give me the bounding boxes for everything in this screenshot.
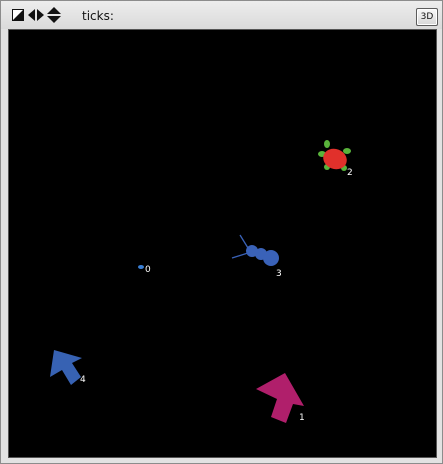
view-size-icon[interactable] [12, 9, 24, 21]
agent-3-ant-antenna [231, 252, 249, 259]
world-view[interactable]: 0 1 2 3 4 [8, 29, 437, 458]
agent-1: 1 [256, 373, 305, 423]
agent-4-arrow-shape [50, 350, 82, 385]
agent-0: 0 [138, 265, 151, 275]
agent-0-dot-shape [138, 265, 144, 269]
world-canvas: 0 1 2 3 4 [50, 140, 353, 423]
agent-0-label: 0 [145, 265, 151, 275]
up-down-arrows-icon[interactable] [47, 7, 61, 23]
netlogo-view-window: ticks: 3D 0 1 2 3 4 [0, 0, 443, 464]
agent-4-label: 4 [80, 375, 86, 385]
agent-2-turtle-head [324, 140, 330, 148]
agent-1-label: 1 [299, 413, 305, 423]
agent-1-arrow-shape [256, 373, 304, 423]
agent-3-label: 3 [276, 269, 282, 279]
agent-2-turtle-leg [343, 148, 351, 154]
view-toolbar: ticks: 3D [1, 1, 442, 29]
left-right-arrows-icon[interactable] [28, 9, 44, 21]
agent-3: 3 [231, 234, 282, 279]
agent-2: 2 [318, 140, 353, 178]
ticks-label: ticks: [82, 9, 114, 23]
agent-2-label: 2 [347, 168, 353, 178]
agent-4: 4 [50, 350, 86, 385]
agent-3-ant-abdomen [263, 250, 279, 266]
agent-3-ant-antenna [239, 234, 249, 249]
three-d-button[interactable]: 3D [416, 8, 438, 26]
